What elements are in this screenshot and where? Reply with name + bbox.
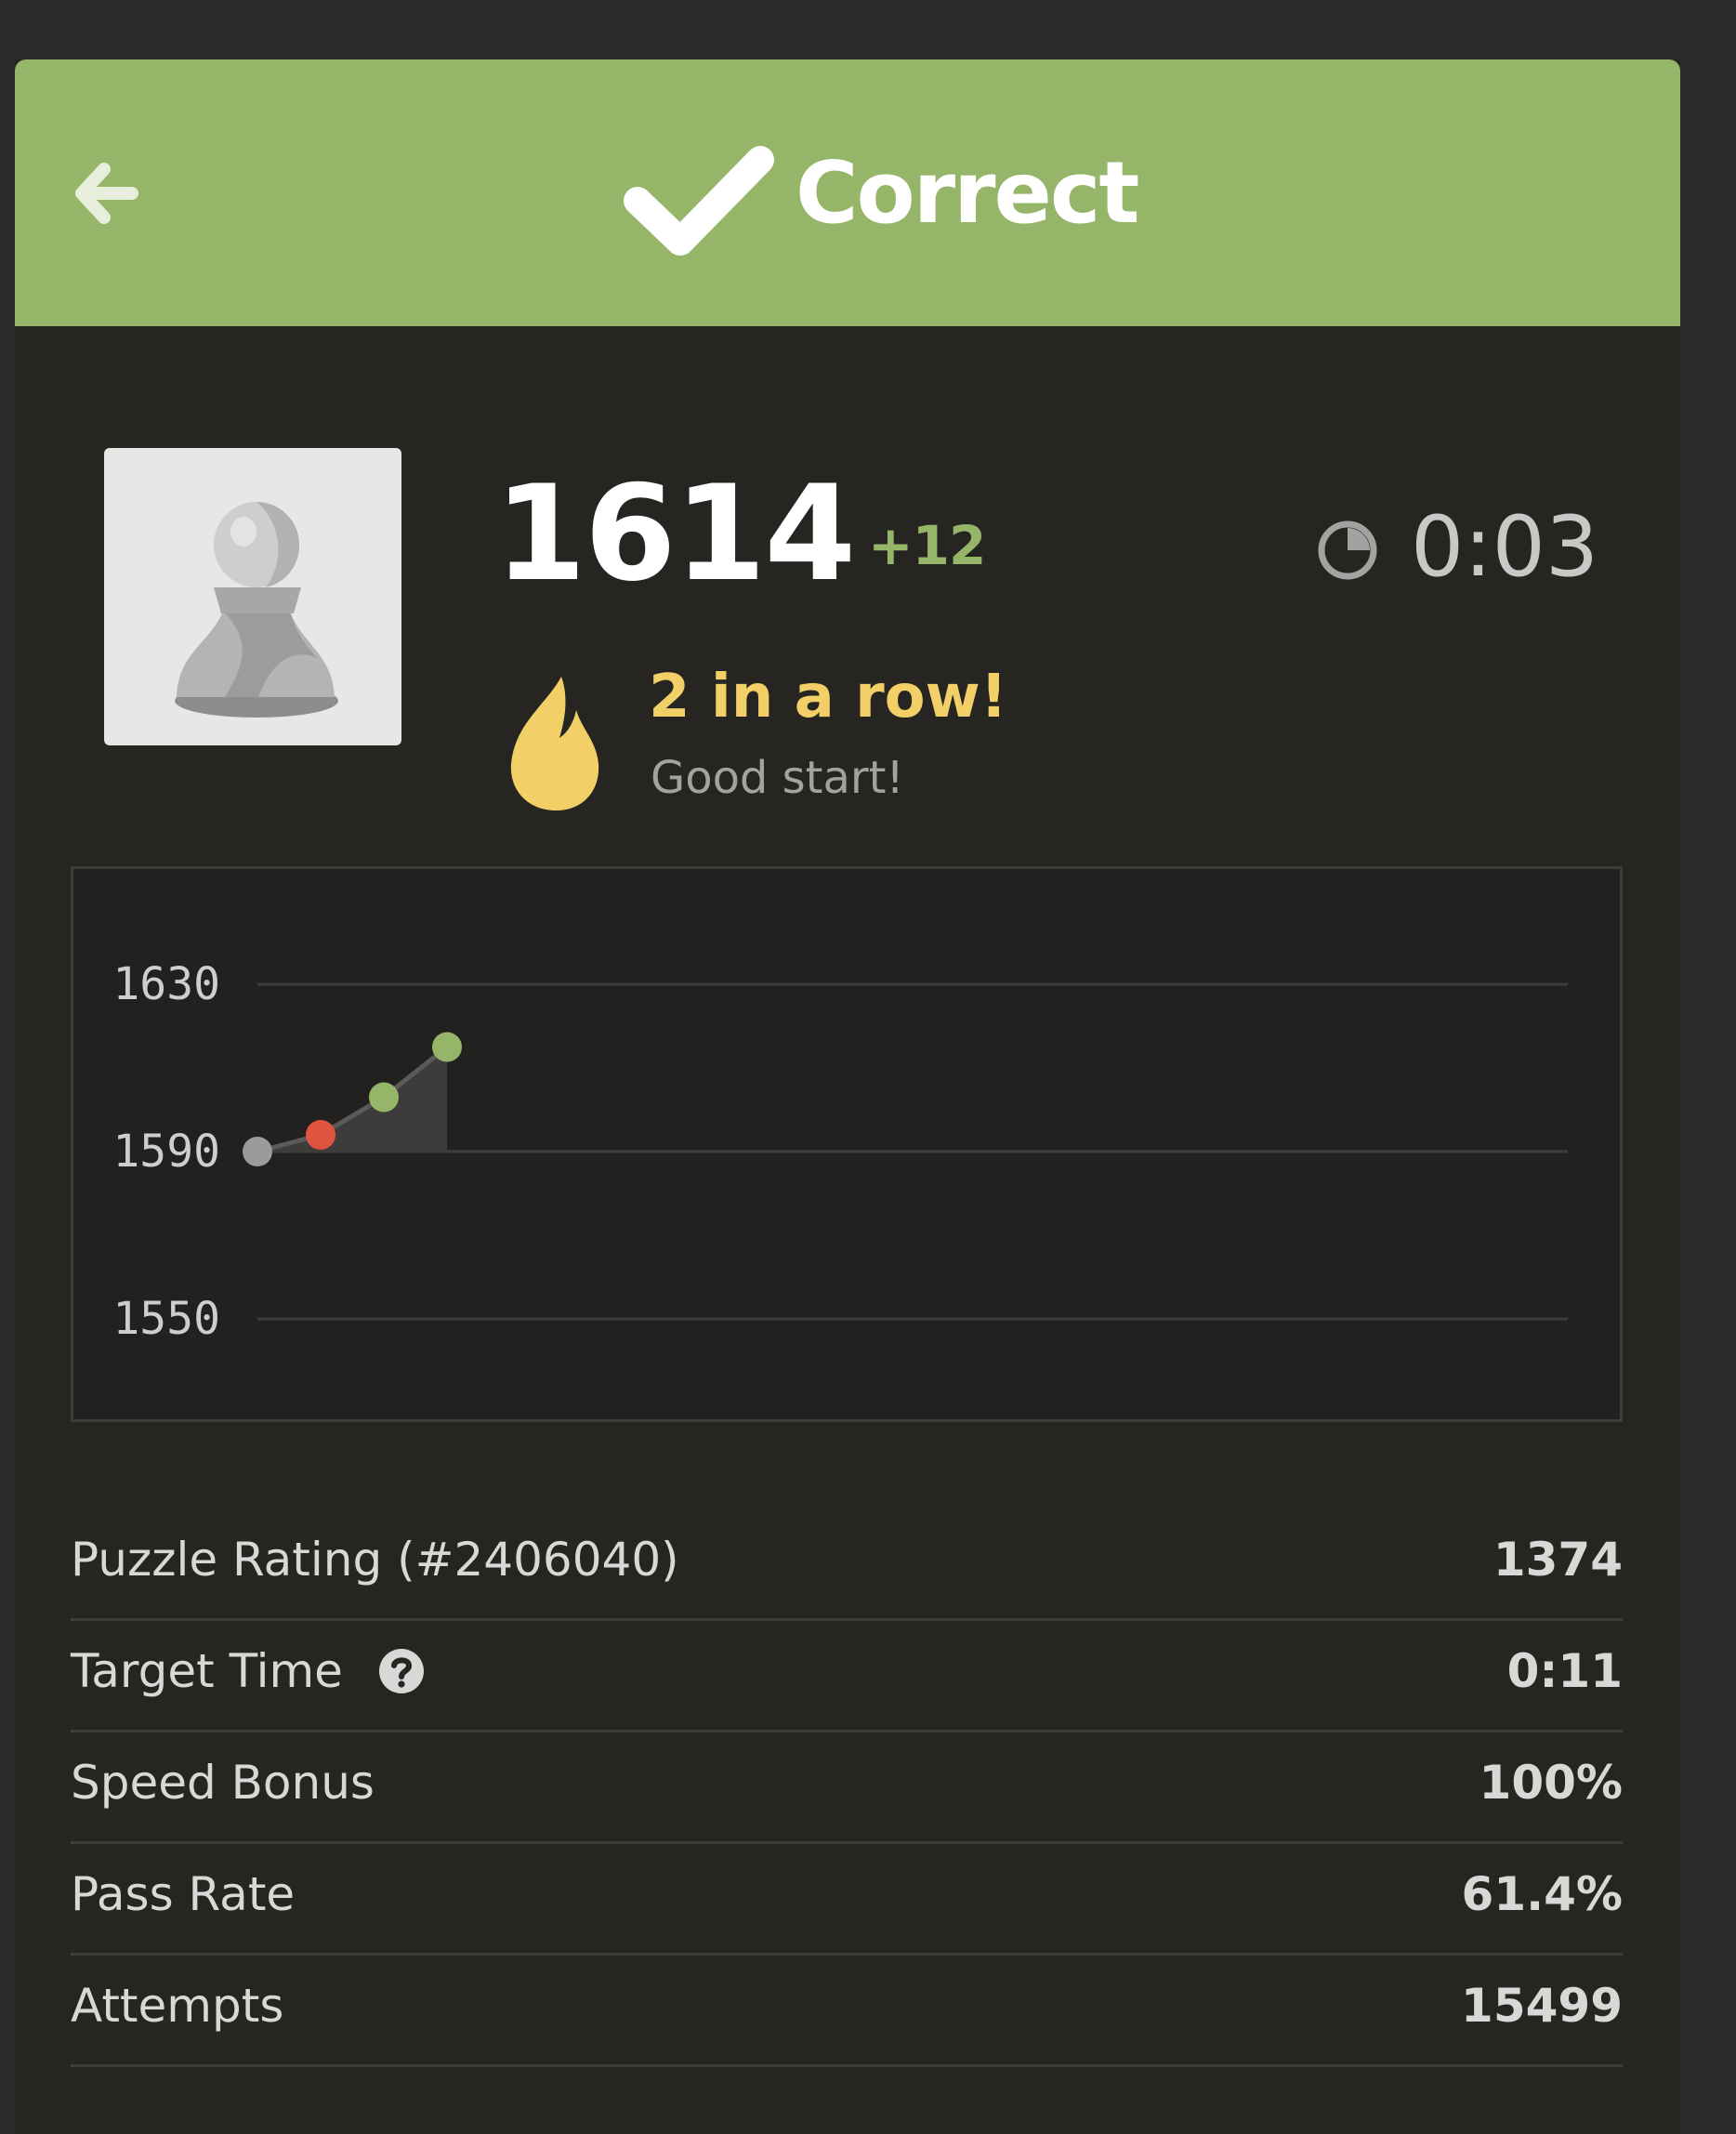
player-rating: 1614 bbox=[494, 457, 856, 611]
stat-label: Attempts bbox=[71, 1979, 284, 2033]
avatar bbox=[104, 448, 401, 745]
stat-value: 0:11 bbox=[1506, 1644, 1623, 1698]
rating-chart-svg: 1630 1590 1550 bbox=[112, 958, 1568, 1345]
stat-label: Target Time bbox=[71, 1644, 343, 1698]
rating-area bbox=[257, 1047, 447, 1152]
y-tick-label-1630: 1630 bbox=[112, 958, 220, 1010]
streak-count: 2 in a row! bbox=[649, 663, 1007, 731]
result-header: Correct bbox=[15, 59, 1680, 326]
rating-chart: 1630 1590 1550 bbox=[71, 866, 1623, 1422]
rating-point bbox=[369, 1082, 399, 1113]
rating-point bbox=[432, 1032, 462, 1062]
rating-change: +12 bbox=[868, 514, 986, 577]
puzzle-result-panel: Correct 1614 +12 0:03 2 in a row! Good s… bbox=[15, 59, 1680, 2134]
rating-point bbox=[306, 1120, 335, 1150]
flame-icon bbox=[510, 677, 599, 810]
stat-row-puzzle-rating: Puzzle Rating (#2406040) 1374 bbox=[71, 1509, 1623, 1621]
result-title: Correct bbox=[796, 143, 1139, 243]
elapsed-time: 0:03 bbox=[1411, 498, 1599, 596]
pawn-icon bbox=[175, 502, 338, 718]
streak-message: Good start! bbox=[651, 752, 904, 804]
y-tick-label-1590: 1590 bbox=[112, 1126, 220, 1178]
checkmark-icon bbox=[624, 146, 774, 256]
arrow-left-icon[interactable] bbox=[67, 156, 141, 231]
clock-icon bbox=[1318, 520, 1377, 580]
stat-value: 61.4% bbox=[1461, 1867, 1623, 1921]
stat-label-wrap: Target Time bbox=[71, 1641, 425, 1701]
stat-label: Puzzle Rating (#2406040) bbox=[71, 1533, 679, 1587]
stat-value: 15499 bbox=[1461, 1979, 1623, 2033]
stat-row-attempts: Attempts 15499 bbox=[71, 1956, 1623, 2067]
help-icon[interactable] bbox=[378, 1648, 425, 1694]
stat-label: Speed Bonus bbox=[71, 1756, 375, 1810]
rating-point bbox=[243, 1137, 272, 1166]
stat-value: 100% bbox=[1479, 1756, 1623, 1810]
stat-row-speed-bonus: Speed Bonus 100% bbox=[71, 1732, 1623, 1844]
y-tick-label-1550: 1550 bbox=[112, 1293, 220, 1345]
stat-row-pass-rate: Pass Rate 61.4% bbox=[71, 1844, 1623, 1956]
stat-value: 1374 bbox=[1493, 1533, 1623, 1587]
stat-label: Pass Rate bbox=[71, 1867, 296, 1921]
puzzle-stats: Puzzle Rating (#2406040) 1374 Target Tim… bbox=[71, 1509, 1623, 2067]
stat-row-target-time: Target Time 0:11 bbox=[71, 1621, 1623, 1732]
